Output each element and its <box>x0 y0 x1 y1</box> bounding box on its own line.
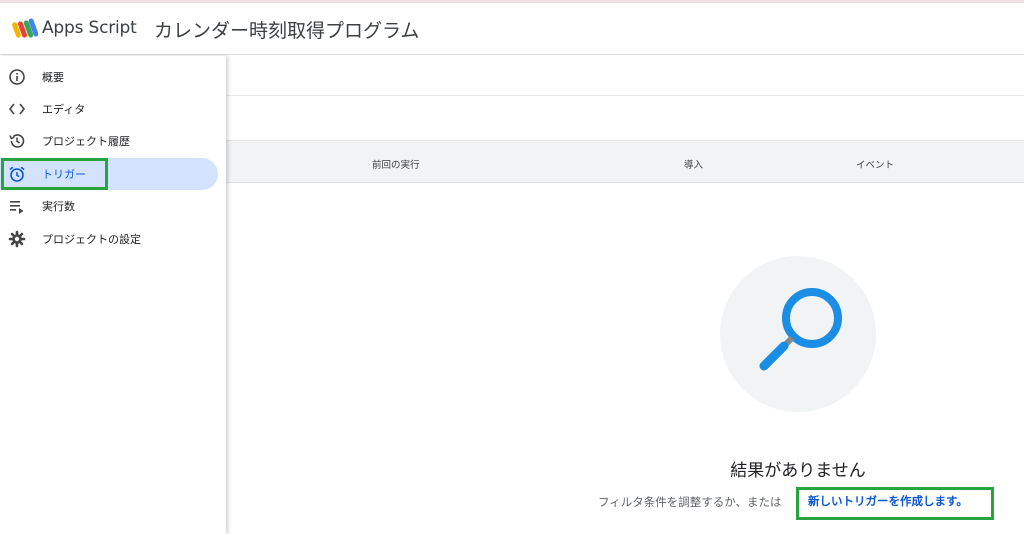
info-icon <box>9 69 25 85</box>
sidebar-item-label: プロジェクト履歴 <box>42 135 130 148</box>
table-header: 前回の実行 導入 イベント <box>226 140 1024 183</box>
empty-state-illustration <box>720 256 876 412</box>
column-header-deployment[interactable]: 導入 <box>684 157 703 171</box>
sidebar-item-executions[interactable]: 実行数 <box>0 190 218 222</box>
main-content: 前回の実行 導入 イベント 結果がありません フィルタ条件を調整するか、または … <box>226 56 1024 534</box>
sidebar-item-label: エディタ <box>42 103 86 116</box>
sidebar-item-label: プロジェクトの設定 <box>42 233 141 246</box>
sidebar-item-label: 概要 <box>42 71 64 84</box>
history-icon <box>9 134 25 148</box>
gear-icon <box>8 230 26 248</box>
sidebar-item-project-history[interactable]: プロジェクト履歴 <box>0 125 218 157</box>
app-header: Apps Script カレンダー時刻取得プログラム <box>0 3 1024 55</box>
column-header-event[interactable]: イベント <box>856 157 894 171</box>
empty-state-title: 結果がありません <box>730 461 866 481</box>
app-name[interactable]: Apps Script <box>42 18 137 38</box>
apps-script-logo[interactable] <box>12 16 38 42</box>
toolbar-row <box>226 56 1024 96</box>
sidebar-item-label: トリガー <box>42 168 86 181</box>
magnifier-icon <box>759 288 842 371</box>
column-header-last-run[interactable]: 前回の実行 <box>372 157 420 171</box>
sidebar-item-label: 実行数 <box>42 200 75 213</box>
code-icon <box>8 103 26 115</box>
create-trigger-link[interactable]: 新しいトリガーを作成します。 <box>808 493 968 509</box>
empty-state-description: フィルタ条件を調整するか、または <box>598 495 782 509</box>
alarm-clock-icon <box>9 166 25 182</box>
executions-icon <box>10 201 24 214</box>
project-title[interactable]: カレンダー時刻取得プログラム <box>154 16 419 43</box>
sidebar-item-editor[interactable]: エディタ <box>0 93 218 125</box>
sidebar-item-overview[interactable]: 概要 <box>0 61 218 93</box>
sidebar: 概要 エディタ プロジェクト履歴 トリガー 実行数 プロジェクトの設定 <box>0 56 226 534</box>
sidebar-item-triggers[interactable]: トリガー <box>0 158 218 190</box>
sidebar-item-project-settings[interactable]: プロジェクトの設定 <box>0 223 218 255</box>
